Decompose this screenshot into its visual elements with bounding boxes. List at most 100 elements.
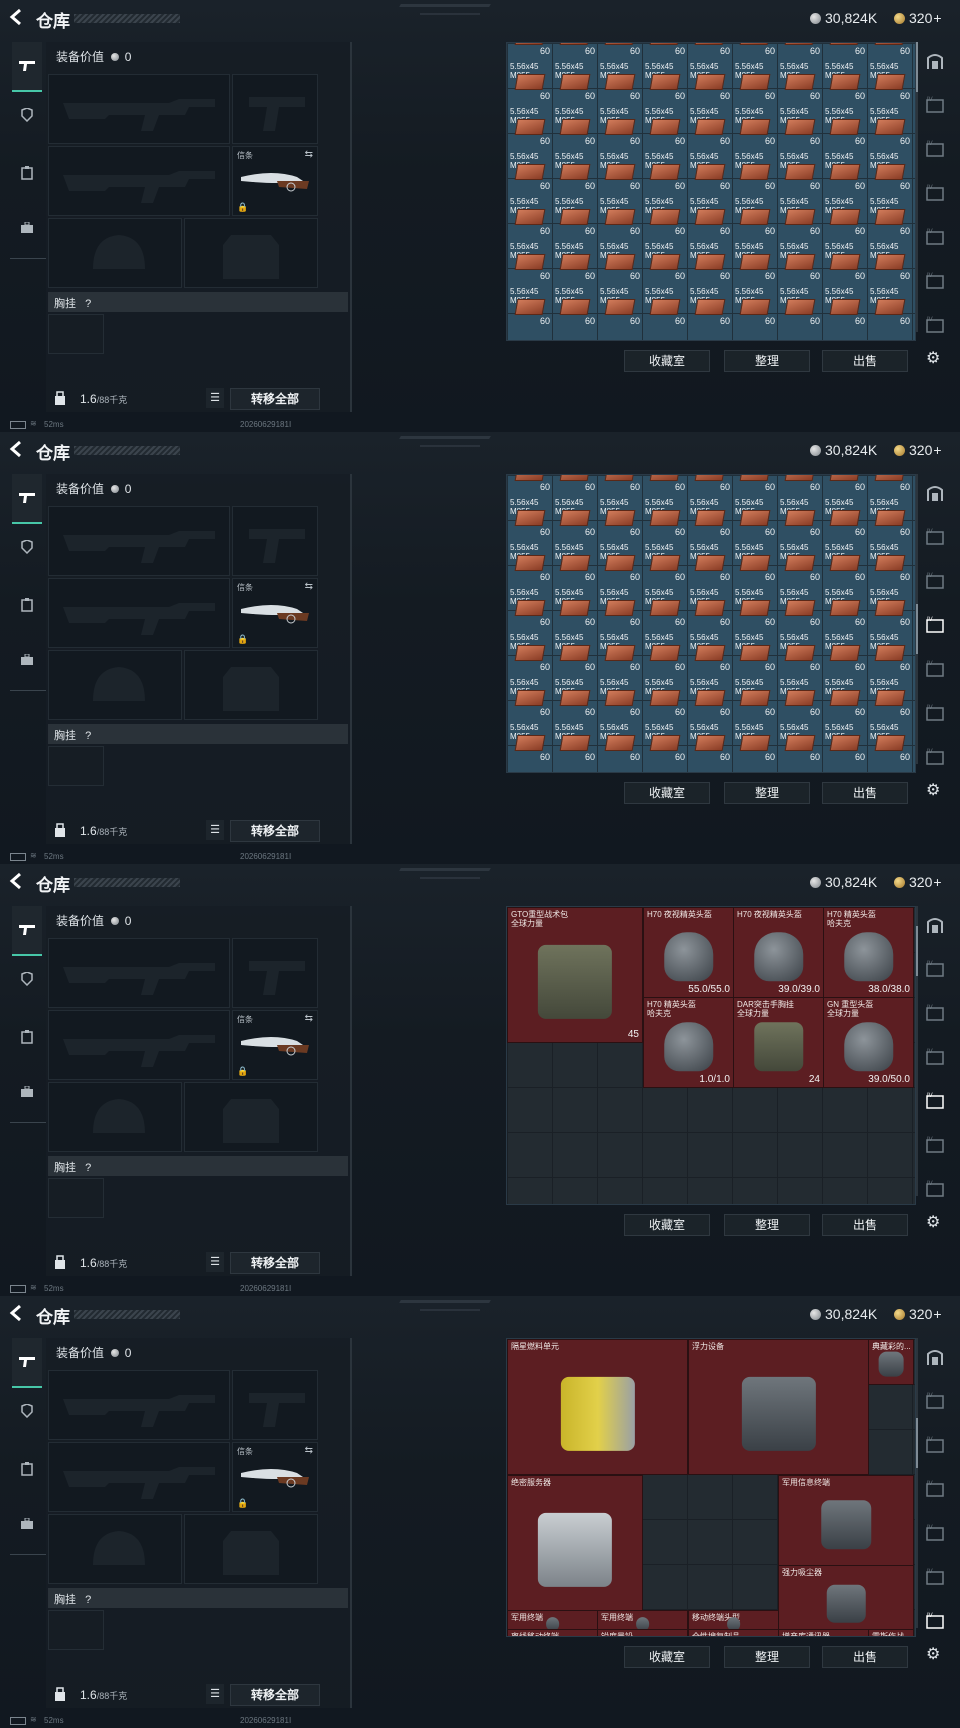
melee-slot[interactable]: 信条 ⇆ 🔒 xyxy=(232,1442,318,1512)
ammo-item[interactable]: 5.56x45M85560 xyxy=(733,587,777,627)
stash-item[interactable]: 强力吸尘器 xyxy=(778,1565,914,1636)
ammo-item[interactable]: 5.56x45M85560 xyxy=(823,497,867,537)
tab-storage-2[interactable]: IV xyxy=(922,572,948,598)
ammo-item[interactable]: 5.56x45M85560 xyxy=(868,106,912,146)
pistol-slot[interactable] xyxy=(232,1370,318,1440)
add-gold-button[interactable]: + xyxy=(933,1306,941,1322)
sell-button[interactable]: 出售 xyxy=(822,782,908,804)
ammo-item[interactable]: 5.56x45M85560 xyxy=(553,286,597,326)
tab-storage-6[interactable]: IV xyxy=(922,748,948,774)
tab-briefcase[interactable] xyxy=(12,646,42,676)
ammo-item[interactable]: 5.56x45M85560 xyxy=(553,722,597,762)
tab-weapon[interactable] xyxy=(12,1338,42,1388)
ammo-item[interactable]: 5.56x45M85560 xyxy=(598,196,642,236)
ammo-item[interactable]: 5.56x45M85560 xyxy=(688,722,732,762)
ammo-item[interactable]: 5.56x45M85560 xyxy=(643,722,687,762)
ammo-item[interactable]: 5.56x45M85560 xyxy=(598,43,642,56)
gold-currency[interactable]: 320 + xyxy=(894,10,942,26)
ammo-item[interactable]: 5.56x45M85560 xyxy=(868,151,912,191)
ammo-item[interactable]: 5.56x45M85560 xyxy=(598,497,642,537)
tab-clipboard[interactable] xyxy=(12,1024,42,1054)
scroll-thumb[interactable] xyxy=(916,1418,918,1468)
ammo-item[interactable]: 5.56x45M85560 xyxy=(733,196,777,236)
ammo-item[interactable]: 5.56x45M85560 xyxy=(688,106,732,146)
ammo-item[interactable]: 5.56x45M85560 xyxy=(688,587,732,627)
melee-slot[interactable]: 信条 ⇆ 🔒 xyxy=(232,1010,318,1080)
helmet-slot[interactable] xyxy=(48,1514,182,1584)
secondary-weapon-slot[interactable] xyxy=(48,1010,230,1080)
ammo-item[interactable]: 5.56x45M85560 xyxy=(778,106,822,146)
ammo-item[interactable]: 5.56x45M85560 xyxy=(823,151,867,191)
gear-icon[interactable]: ⚙ xyxy=(926,1644,940,1664)
stash-scrollbar[interactable] xyxy=(916,474,918,764)
ammo-item[interactable]: 5.56x45M85560 xyxy=(778,677,822,717)
ammo-item[interactable]: 5.56x45M85560 xyxy=(733,677,777,717)
melee-slot[interactable]: 信条 ⇆ 🔒 xyxy=(232,146,318,216)
back-arrow-icon[interactable] xyxy=(8,440,26,460)
helmet-slot[interactable] xyxy=(48,650,182,720)
ammo-item[interactable]: 5.56x45M85560 xyxy=(823,587,867,627)
ammo-item[interactable]: 5.56x45M85560 xyxy=(643,677,687,717)
tab-storage-2[interactable]: IV xyxy=(922,140,948,166)
list-view-button[interactable]: ☰ xyxy=(206,1252,224,1272)
ammo-item[interactable]: 5.56x45M85560 xyxy=(508,286,552,326)
ammo-item[interactable]: 5.56x45M85560 xyxy=(733,106,777,146)
ammo-item[interactable]: 5.56x45M85560 xyxy=(778,475,822,492)
ammo-item[interactable]: 5.56x45M85560 xyxy=(778,722,822,762)
stash-item[interactable]: 隔星燃料单元 xyxy=(507,1339,688,1475)
stash-item[interactable]: GTO重型战术包 全球力量 45 xyxy=(507,907,643,1043)
ammo-item[interactable]: 5.56x45M85560 xyxy=(508,196,552,236)
ammo-item[interactable]: 5.56x45M85560 xyxy=(643,106,687,146)
tab-stash-icon[interactable] xyxy=(922,52,948,78)
armor-slot[interactable] xyxy=(184,218,318,288)
stash-item[interactable]: H70 夜视精英头盔 55.0/55.0 xyxy=(643,907,734,998)
tab-briefcase[interactable] xyxy=(12,214,42,244)
ammo-item[interactable]: 5.56x45M85560 xyxy=(733,43,777,56)
ammo-item[interactable]: 5.56x45M85560 xyxy=(823,542,867,582)
ammo-item[interactable]: 5.56x45M85560 xyxy=(553,241,597,281)
ammo-item[interactable]: 5.56x45M85560 xyxy=(688,151,732,191)
pistol-slot[interactable] xyxy=(232,506,318,576)
primary-weapon-slot[interactable] xyxy=(48,506,230,576)
armor-slot[interactable] xyxy=(184,1082,318,1152)
ammo-item[interactable]: 5.56x45M85560 xyxy=(598,677,642,717)
ammo-item[interactable]: 5.56x45M85560 xyxy=(778,241,822,281)
stash-item[interactable]: 离线移动终端 xyxy=(507,1629,598,1636)
stash-item[interactable]: 锐度量铅 xyxy=(597,1629,688,1636)
stash-item[interactable]: H70 夜视精英头盔 39.0/39.0 xyxy=(733,907,824,998)
tab-clipboard[interactable] xyxy=(12,592,42,622)
loadout-scrollbar[interactable] xyxy=(350,906,352,1276)
ammo-item[interactable]: 5.56x45M85560 xyxy=(508,61,552,101)
ammo-item[interactable]: 5.56x45M85560 xyxy=(733,497,777,537)
tab-storage-3[interactable]: IV xyxy=(922,616,948,642)
chest-rig-slot[interactable] xyxy=(48,1178,104,1218)
stash-grid[interactable]: 5.56x45M855605.56x45M855605.56x45M855605… xyxy=(506,42,916,341)
gold-currency[interactable]: 320 + xyxy=(894,1306,942,1322)
loadout-scrollbar[interactable] xyxy=(350,42,352,412)
ammo-item[interactable]: 5.56x45M85560 xyxy=(823,43,867,56)
ammo-item[interactable]: 5.56x45M85560 xyxy=(823,677,867,717)
back-arrow-icon[interactable] xyxy=(8,1304,26,1324)
loadout-scrollbar[interactable] xyxy=(350,474,352,844)
add-gold-button[interactable]: + xyxy=(933,10,941,26)
ammo-item[interactable]: 5.56x45M85560 xyxy=(508,497,552,537)
stash-item[interactable]: 典藏彩的... xyxy=(868,1339,914,1385)
melee-slot[interactable]: 信条 ⇆ 🔒 xyxy=(232,578,318,648)
gear-icon[interactable]: ⚙ xyxy=(926,1212,940,1232)
ammo-item[interactable]: 5.56x45M85560 xyxy=(778,286,822,326)
tab-storage-1[interactable]: IV xyxy=(922,528,948,554)
stash-item[interactable]: 全性搜复制品 xyxy=(688,1629,779,1636)
ammo-item[interactable]: 5.56x45M85560 xyxy=(598,286,642,326)
ammo-item[interactable]: 5.56x45M85560 xyxy=(643,151,687,191)
ammo-item[interactable]: 5.56x45M85560 xyxy=(643,196,687,236)
ammo-item[interactable]: 5.56x45M85560 xyxy=(643,632,687,672)
sort-button[interactable]: 整理 xyxy=(724,1646,810,1668)
ammo-item[interactable]: 5.56x45M85560 xyxy=(643,241,687,281)
pistol-slot[interactable] xyxy=(232,74,318,144)
transfer-all-button[interactable]: 转移全部 xyxy=(230,388,320,410)
collection-button[interactable]: 收藏室 xyxy=(624,1646,710,1668)
collection-button[interactable]: 收藏室 xyxy=(624,350,710,372)
transfer-all-button[interactable]: 转移全部 xyxy=(230,1684,320,1706)
ammo-item[interactable]: 5.56x45M85560 xyxy=(598,587,642,627)
ammo-item[interactable]: 5.56x45M85560 xyxy=(733,286,777,326)
